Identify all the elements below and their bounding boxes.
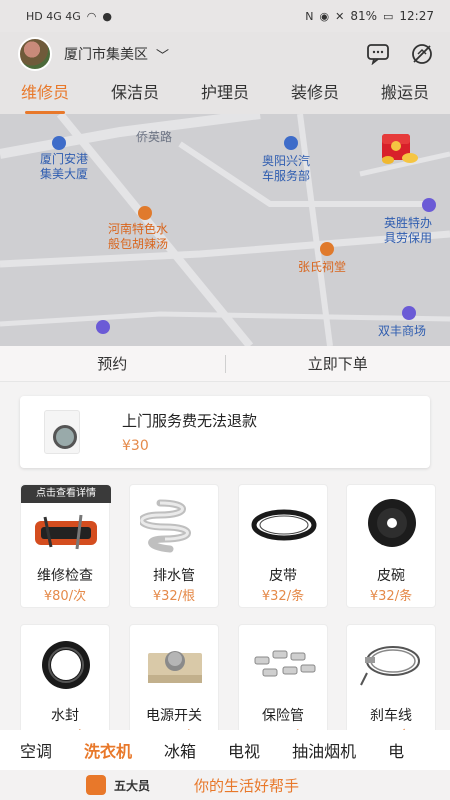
poi-label: 河南特色水 般包胡辣汤 <box>108 222 169 251</box>
power-switch-icon <box>140 635 210 695</box>
poi-pin-icon <box>52 136 66 150</box>
avatar[interactable] <box>18 37 52 71</box>
product-name: 排水管 <box>153 568 195 584</box>
status-left: HD 4G 4G ◠ ● <box>26 10 112 23</box>
poi-label: 张氏祠堂 <box>298 260 347 274</box>
battery-percent: 81% <box>350 9 377 23</box>
tab-more[interactable]: 电 <box>368 738 404 762</box>
chevron-down-icon[interactable]: ﹀ <box>156 45 169 64</box>
tab-refrigerator[interactable]: 冰箱 <box>144 738 196 762</box>
product-name: 水封 <box>51 708 79 724</box>
product-name: 电源开关 <box>146 708 202 724</box>
poi-pin-icon <box>96 320 110 334</box>
content-area: 上门服务费无法退款 ¥30 点击查看详情 维修检查 ¥80/次 排水管 ¥32/… <box>0 382 450 748</box>
map-view[interactable]: 侨英路 厦门安港 集美大厦 奥阳兴汽 车服务部 河南特色水 般包胡辣汤 英胜特办… <box>0 114 450 346</box>
poi-pin-icon <box>402 306 416 320</box>
order-bar: 预约 立即下单 <box>0 346 450 382</box>
footer-banner: 五大员 你的生活好帮手 <box>0 770 450 800</box>
product-price: ¥32/条 <box>369 589 413 604</box>
poi-label: 英胜特办 具劳保用 <box>384 216 433 245</box>
product-card[interactable]: 排水管 ¥32/根 <box>129 484 219 608</box>
road-label: 侨英路 <box>136 130 173 144</box>
brand-name: 五大员 <box>114 778 151 793</box>
app-header: 厦门市集美区 ﹀ <box>0 32 450 76</box>
wifi-icon: ◠ <box>86 9 97 23</box>
network-indicator: HD 4G 4G <box>26 9 81 23</box>
chat-bubble-icon[interactable] <box>364 40 392 68</box>
poi-label: 双丰商场 <box>378 324 427 338</box>
slogan: 你的生活好帮手 <box>194 776 300 795</box>
notice-title: 上门服务费无法退款 <box>122 412 258 430</box>
product-card[interactable]: 点击查看详情 维修检查 ¥80/次 <box>20 484 111 608</box>
poi-pin-icon <box>422 198 436 212</box>
reserve-button[interactable]: 预约 <box>0 353 225 374</box>
location-selector[interactable]: 厦门市集美区 <box>64 44 148 64</box>
water-seal-icon <box>31 635 101 695</box>
washing-machine-icon <box>44 410 80 454</box>
tab-repair[interactable]: 维修员 <box>19 76 71 114</box>
order-now-button[interactable]: 立即下单 <box>226 353 450 374</box>
poi-label: 厦门安港 集美大厦 <box>40 152 89 181</box>
product-price: ¥80/次 <box>43 589 87 604</box>
fuse-tube-icon <box>249 635 319 695</box>
product-name: 刹车线 <box>370 708 412 724</box>
tab-nursing[interactable]: 护理员 <box>199 76 251 114</box>
message-icon: ● <box>102 9 112 23</box>
drain-pipe-icon <box>138 495 210 555</box>
product-card[interactable]: 皮带 ¥32/条 <box>238 484 328 608</box>
appliance-tabs: 空调 洗衣机 冰箱 电视 抽油烟机 电 <box>0 730 450 770</box>
tab-tv[interactable]: 电视 <box>208 738 260 762</box>
brake-wire-icon <box>357 635 427 695</box>
poi-label: 奥阳兴汽 车服务部 <box>262 154 311 183</box>
red-envelope-icon[interactable] <box>376 128 420 168</box>
tab-air-conditioner[interactable]: 空调 <box>0 738 52 762</box>
poi-pin-icon <box>138 206 152 220</box>
mute-icon: ✕ <box>335 9 345 23</box>
clock: 12:27 <box>399 9 434 23</box>
poi-pin-icon <box>320 242 334 256</box>
tab-cleaning[interactable]: 保洁员 <box>109 76 161 114</box>
tab-washing-machine[interactable]: 洗衣机 <box>64 738 132 762</box>
location-icon: ◉ <box>319 9 330 23</box>
category-tabs: 维修员 保洁员 护理员 装修员 搬运员 <box>0 76 450 114</box>
nfc-icon: N <box>305 9 314 23</box>
tab-decoration[interactable]: 装修员 <box>289 76 341 114</box>
brand-logo-icon <box>86 775 106 795</box>
status-right: N ◉ ✕ 81% ▭ 12:27 <box>305 9 434 23</box>
product-card[interactable]: 皮碗 ¥32/条 <box>346 484 436 608</box>
product-name: 皮碗 <box>377 568 405 584</box>
details-tag: 点击查看详情 <box>21 485 111 503</box>
tab-moving[interactable]: 搬运员 <box>379 76 431 114</box>
product-price: ¥32/根 <box>152 589 196 604</box>
service-fee-notice[interactable]: 上门服务费无法退款 ¥30 <box>20 396 430 468</box>
battery-icon: ▭ <box>383 9 394 23</box>
notice-price: ¥30 <box>122 438 149 454</box>
rubber-bowl-icon <box>357 495 427 555</box>
tool-bag-icon <box>31 507 101 567</box>
tab-range-hood[interactable]: 抽油烟机 <box>272 738 356 762</box>
product-name: 维修检查 <box>37 568 93 584</box>
map-off-icon[interactable] <box>408 40 436 68</box>
belt-icon <box>249 495 319 555</box>
product-name: 保险管 <box>262 708 304 724</box>
poi-pin-icon <box>284 136 298 150</box>
product-name: 皮带 <box>269 568 297 584</box>
status-bar: HD 4G 4G ◠ ● N ◉ ✕ 81% ▭ 12:27 <box>0 0 450 32</box>
product-price: ¥32/条 <box>261 589 305 604</box>
